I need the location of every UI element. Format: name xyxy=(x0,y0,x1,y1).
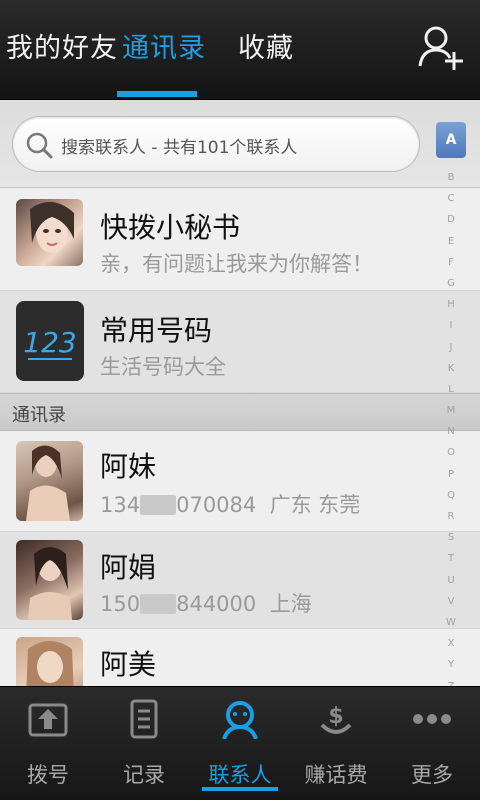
index-letter[interactable]: H xyxy=(436,294,466,315)
bottom-nav: 拨号 记录 联系人 $ 赚话费 更多 xyxy=(0,686,480,800)
nav-label: 赚话费 xyxy=(304,763,368,787)
list-item-common-numbers[interactable]: 123 常用号码 生活号码大全 xyxy=(0,291,480,393)
contact-subtitle: 生活号码大全 xyxy=(100,355,226,379)
nav-label: 联系人 xyxy=(208,763,272,787)
search-icon xyxy=(26,132,53,159)
contact-name: 快拨小秘书 xyxy=(100,211,241,244)
index-letter[interactable]: J xyxy=(436,337,466,358)
contact-details: 134 070084 广东 东莞 xyxy=(100,489,360,519)
index-letter[interactable]: X xyxy=(436,633,466,654)
nav-contacts[interactable]: 联系人 xyxy=(192,687,288,800)
index-letter[interactable]: G xyxy=(436,273,466,294)
more-icon xyxy=(413,714,451,724)
nav-earn-credit[interactable]: $ 赚话费 xyxy=(288,687,384,800)
list-item-assistant[interactable]: 快拨小秘书 亲，有问题让我来为你解答！ xyxy=(0,188,480,291)
index-letter[interactable]: U xyxy=(436,570,466,591)
nav-more[interactable]: 更多 xyxy=(384,687,480,800)
contact-location: 上海 xyxy=(269,592,312,616)
index-letter[interactable]: Q xyxy=(436,485,466,506)
index-letter[interactable]: F xyxy=(436,252,466,273)
contact-details: 150 844000 上海 xyxy=(100,588,312,618)
index-letter[interactable]: B xyxy=(436,167,466,188)
contacts-icon xyxy=(222,701,258,739)
phone-prefix: 150 xyxy=(100,592,141,616)
nav-dialpad[interactable]: 拨号 xyxy=(0,687,96,800)
active-nav-indicator xyxy=(202,787,278,791)
masked-digits xyxy=(140,495,177,515)
table-row[interactable]: 阿娟 150 844000 上海 xyxy=(0,532,480,629)
earn-credit-icon: $ xyxy=(320,704,352,734)
tab-favorites[interactable]: 收藏 xyxy=(238,26,294,65)
nav-label: 记录 xyxy=(123,763,165,787)
active-tab-indicator xyxy=(117,91,197,97)
tab-contacts-book[interactable]: 通讯录 xyxy=(122,26,206,65)
index-letter[interactable]: M xyxy=(436,400,466,421)
index-letter[interactable]: L xyxy=(436,379,466,400)
avatar xyxy=(16,441,83,521)
contact-subtitle: 亲，有问题让我来为你解答！ xyxy=(100,252,373,276)
contact-location: 广东 东莞 xyxy=(269,493,361,517)
phone-prefix: 134 xyxy=(100,493,141,517)
contact-name: 阿娟 xyxy=(100,551,157,584)
avatar xyxy=(16,637,83,686)
index-letter[interactable]: W xyxy=(436,612,466,633)
table-row[interactable]: 阿妹 134 070084 广东 东莞 xyxy=(0,431,480,532)
avatar xyxy=(16,199,83,266)
section-header-label: 通讯录 xyxy=(12,405,66,426)
add-friend-icon[interactable] xyxy=(416,22,466,72)
index-letter[interactable]: R xyxy=(436,506,466,527)
contact-name: 阿美 xyxy=(100,648,157,681)
svg-text:$: $ xyxy=(328,704,343,729)
masked-digits xyxy=(140,594,177,614)
call-log-icon xyxy=(130,699,158,739)
index-letter[interactable]: V xyxy=(436,591,466,612)
index-letter[interactable]: K xyxy=(436,358,466,379)
avatar xyxy=(16,540,83,620)
index-letter-active[interactable]: A xyxy=(436,122,466,158)
table-row[interactable]: 阿美 xyxy=(0,629,480,686)
phone-suffix: 070084 xyxy=(176,493,257,517)
search-placeholder: 搜索联系人 - 共有101个联系人 xyxy=(61,138,298,158)
index-letter-list[interactable]: BCDEFGHIJKLMNOPQRSTUVWXYZ xyxy=(436,167,466,697)
tab-my-friends[interactable]: 我的好友 xyxy=(6,26,118,65)
index-letter[interactable]: D xyxy=(436,209,466,230)
search-area: 搜索联系人 - 共有101个联系人 xyxy=(0,100,480,188)
dialpad-icon xyxy=(28,703,68,737)
search-input[interactable]: 搜索联系人 - 共有101个联系人 xyxy=(12,116,420,172)
phone-suffix: 844000 xyxy=(176,592,257,616)
top-tab-bar: 我的好友 通讯录 收藏 xyxy=(0,0,480,100)
index-letter[interactable]: T xyxy=(436,548,466,569)
index-letter[interactable]: E xyxy=(436,231,466,252)
index-letter[interactable]: Y xyxy=(436,654,466,675)
index-letter[interactable]: N xyxy=(436,421,466,442)
index-letter[interactable]: P xyxy=(436,464,466,485)
contact-name: 阿妹 xyxy=(100,450,157,483)
index-letter[interactable]: I xyxy=(436,315,466,336)
nav-call-log[interactable]: 记录 xyxy=(96,687,192,800)
svg-text:123: 123 xyxy=(23,326,76,359)
nav-label: 更多 xyxy=(411,763,453,787)
contact-name: 常用号码 xyxy=(100,314,213,347)
alphabet-index[interactable]: A BCDEFGHIJKLMNOPQRSTUVWXYZ xyxy=(436,112,466,692)
index-letter[interactable]: O xyxy=(436,442,466,463)
nav-label: 拨号 xyxy=(27,763,69,787)
common-numbers-icon: 123 xyxy=(16,301,84,381)
index-letter[interactable]: C xyxy=(436,188,466,209)
index-letter[interactable]: S xyxy=(436,527,466,548)
section-header: 通讯录 xyxy=(0,393,480,431)
